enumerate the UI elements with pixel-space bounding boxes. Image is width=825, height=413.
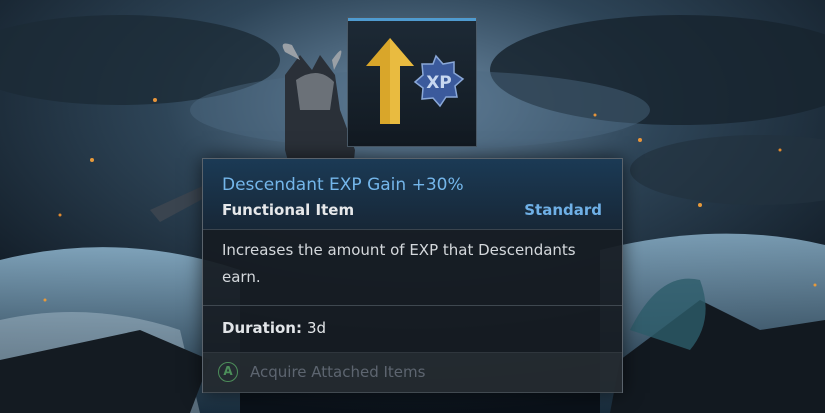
xp-badge-text: XP: [426, 73, 452, 93]
acquire-label: Acquire Attached Items: [250, 363, 426, 381]
item-grade: Standard: [524, 201, 602, 219]
duration-value: 3d: [307, 319, 327, 337]
acquire-attached-items-button[interactable]: A Acquire Attached Items: [203, 352, 622, 393]
game-scene: XP Descendant EXP Gain +30% Functional I…: [0, 0, 825, 413]
item-type: Functional Item: [222, 201, 355, 219]
item-name: Descendant EXP Gain +30%: [222, 175, 464, 195]
gamepad-a-button-icon: A: [218, 362, 238, 382]
item-description: Increases the amount of EXP that Descend…: [222, 241, 576, 286]
exp-boost-icon: XP: [366, 38, 465, 124]
item-tooltip: Descendant EXP Gain +30% Functional Item…: [202, 158, 623, 393]
tooltip-header: Descendant EXP Gain +30% Functional Item…: [203, 159, 622, 230]
item-icon-tile: XP: [347, 17, 477, 147]
duration-label: Duration:: [222, 319, 302, 337]
tooltip-divider: [203, 305, 622, 306]
